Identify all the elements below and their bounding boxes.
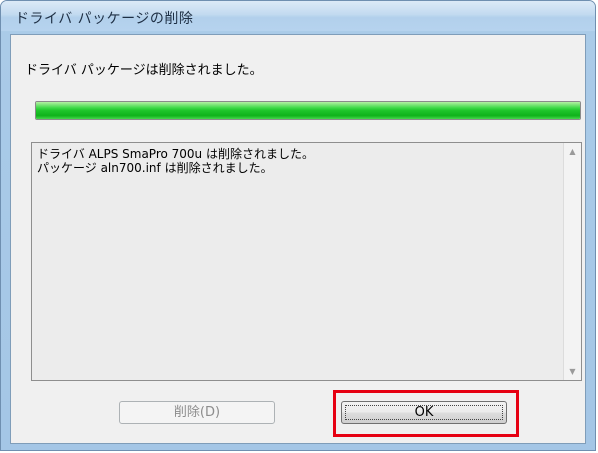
highlight-box xyxy=(333,390,519,437)
dialog-window: ドライバ パッケージの削除 ドライバ パッケージは削除されました。 ドライバ A… xyxy=(0,0,596,451)
progress-bar xyxy=(35,101,581,120)
delete-button[interactable]: 削除(D) xyxy=(119,401,275,424)
status-message: ドライバ パッケージは削除されました。 xyxy=(25,63,263,78)
result-log-text: ドライバ ALPS SmaPro 700u は削除されました。 パッケージ al… xyxy=(37,147,557,175)
result-log-box[interactable]: ドライバ ALPS SmaPro 700u は削除されました。 パッケージ al… xyxy=(31,142,582,381)
title-bar[interactable]: ドライバ パッケージの削除 xyxy=(1,1,595,31)
log-line: ドライバ ALPS SmaPro 700u は削除されました。 xyxy=(37,147,314,161)
dialog-client-area: ドライバ パッケージは削除されました。 ドライバ ALPS SmaPro 700… xyxy=(10,34,586,444)
progress-bar-fill xyxy=(36,102,580,119)
vertical-scrollbar[interactable]: ▲ ▼ xyxy=(563,143,581,380)
window-title: ドライバ パッケージの削除 xyxy=(15,11,194,27)
log-line: パッケージ aln700.inf は削除されました。 xyxy=(37,161,273,175)
scroll-down-icon[interactable]: ▼ xyxy=(564,363,581,380)
scroll-up-icon[interactable]: ▲ xyxy=(564,143,581,160)
